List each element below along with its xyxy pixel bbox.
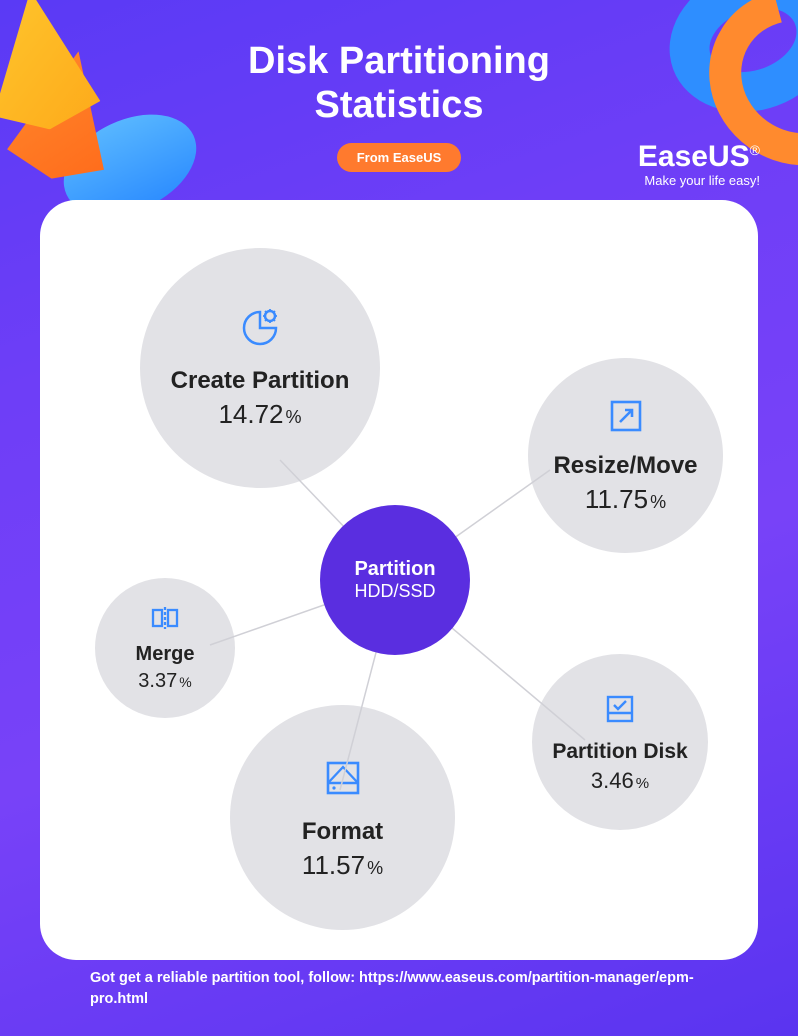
merge-icon	[150, 604, 180, 637]
node-label: Merge	[136, 643, 195, 666]
title-line1: Disk Partitioning	[248, 40, 550, 82]
center-line2: HDD/SSD	[354, 581, 435, 602]
drive-format-icon	[320, 755, 366, 806]
node-format: Format 11.57%	[230, 705, 455, 930]
brand-name: EaseUS®	[638, 140, 760, 174]
diagram-card: Create Partition 14.72% Resize/Move 11.7…	[40, 200, 758, 960]
node-value: 11.75%	[585, 484, 666, 515]
center-node: Partition HDD/SSD	[320, 505, 470, 655]
registered-mark: ®	[750, 142, 760, 158]
brand-tagline: Make your life easy!	[638, 173, 760, 188]
node-label: Resize/Move	[553, 452, 697, 480]
node-label: Partition Disk	[552, 740, 687, 764]
node-merge: Merge 3.37%	[95, 578, 235, 718]
page-title: Disk Partitioning Statistics	[0, 40, 798, 127]
footer-text: Got get a reliable partition tool, follo…	[90, 968, 718, 1010]
disk-check-icon	[602, 691, 638, 732]
source-badge: From EaseUS	[337, 143, 462, 172]
node-label: Create Partition	[171, 367, 350, 395]
node-value: 14.72%	[218, 399, 301, 430]
node-label: Format	[302, 818, 383, 846]
node-value: 3.46%	[591, 768, 649, 794]
center-line1: Partition	[354, 558, 435, 581]
pie-gear-icon	[238, 306, 282, 355]
resize-arrow-icon	[607, 397, 645, 440]
node-value: 11.57%	[302, 850, 383, 881]
node-create-partition: Create Partition 14.72%	[140, 248, 380, 488]
brand-name-text: EaseUS	[638, 140, 750, 173]
node-resize-move: Resize/Move 11.75%	[528, 358, 723, 553]
title-line2: Statistics	[315, 84, 484, 126]
node-value: 3.37%	[138, 670, 191, 693]
brand-block: EaseUS® Make your life easy!	[638, 140, 760, 188]
node-partition-disk: Partition Disk 3.46%	[532, 654, 708, 830]
